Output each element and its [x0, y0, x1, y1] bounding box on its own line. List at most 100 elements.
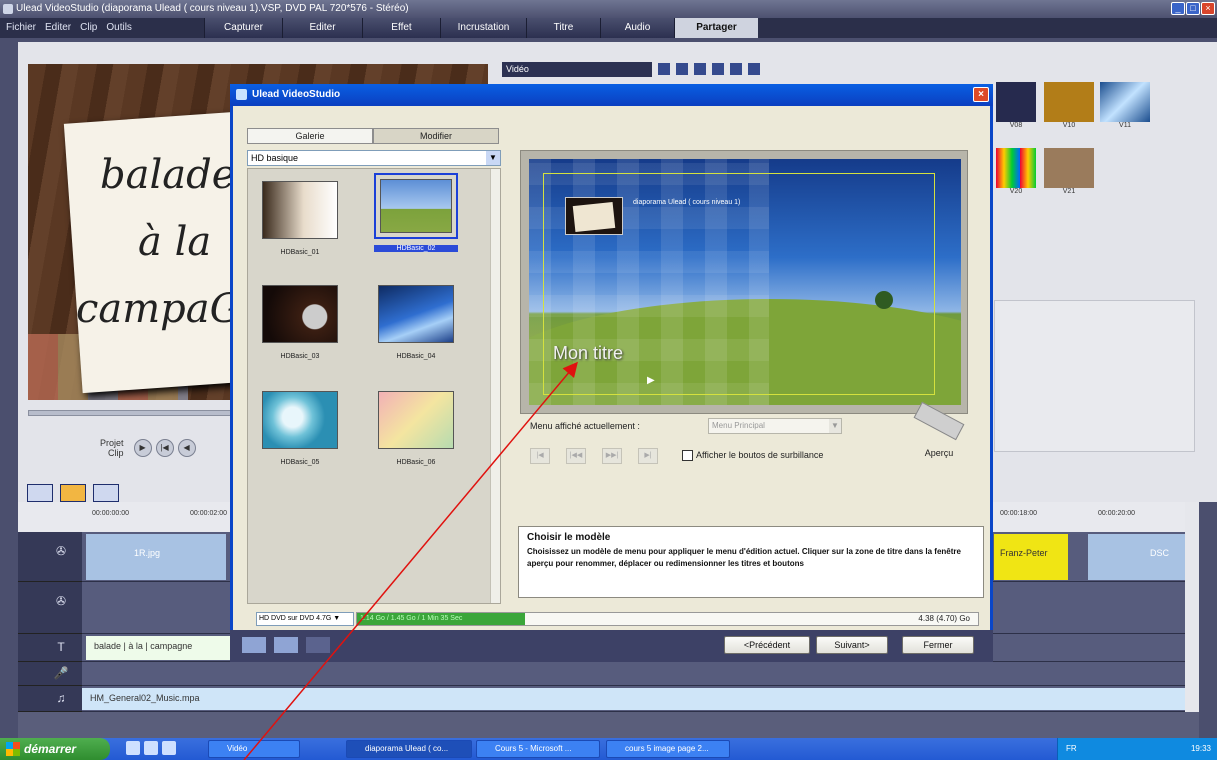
video-clip[interactable]: DSC — [1088, 534, 1185, 580]
dialog-titlebar[interactable]: Ulead VideoStudio × — [230, 84, 993, 106]
options-icon[interactable] — [748, 63, 760, 75]
options-panel — [994, 300, 1195, 452]
disc-type-select[interactable]: HD DVD sur DVD 4.7G ▼ — [256, 612, 354, 626]
menu-editer[interactable]: Editer — [45, 18, 71, 38]
template-item[interactable]: HDBasic_04 — [374, 281, 458, 360]
library-dropdown-icon[interactable] — [658, 63, 670, 75]
chapter-icon[interactable] — [242, 637, 266, 653]
template-item[interactable]: HDBasic_03 — [258, 281, 342, 360]
ruler-tick: 00:00:02:00 — [190, 510, 227, 517]
music-note-icon: ♫ — [56, 691, 66, 705]
last-menu-button[interactable]: ▶| — [638, 448, 658, 464]
video-clip[interactable]: 1R.jpg — [86, 534, 226, 580]
close-icon[interactable]: × — [1201, 2, 1215, 15]
play-button[interactable]: ▶ — [133, 439, 152, 457]
globe-icon[interactable] — [730, 63, 742, 75]
minimize-icon[interactable]: _ — [1171, 2, 1185, 15]
step-audio[interactable]: Audio — [600, 18, 674, 38]
menu-preview-scene[interactable]: diaporama Ulead ( cours niveau 1) Mon ti… — [529, 159, 961, 405]
maximize-icon[interactable]: □ — [1186, 2, 1200, 15]
menu-title-text[interactable]: Mon titre — [553, 343, 623, 364]
dialog-tabs: Galerie Modifier — [247, 128, 501, 144]
step-editer[interactable]: Editer — [282, 18, 362, 38]
thumb-label: V21 — [1062, 188, 1076, 195]
chevron-down-icon[interactable]: ▼ — [486, 151, 500, 165]
template-item[interactable]: HDBasic_05 — [258, 387, 342, 466]
home-button[interactable]: |◀ — [155, 439, 174, 457]
storyboard-view-button[interactable] — [27, 484, 53, 502]
taskbar-item[interactable]: cours 5 image page 2... — [606, 740, 730, 758]
video-clip[interactable]: Franz-Peter — [994, 534, 1068, 580]
previous-menu-button[interactable]: |◀◀ — [566, 448, 586, 464]
menu-clip[interactable]: Clip — [80, 18, 97, 38]
gallery-scrollbar[interactable] — [490, 169, 500, 603]
thumb-label: V11 — [1119, 122, 1131, 129]
taskbar-item[interactable]: Vidéo — [208, 740, 300, 758]
thumb-label: V08 — [1009, 122, 1023, 129]
track-lane[interactable] — [82, 662, 1199, 686]
media-icon[interactable] — [162, 741, 176, 755]
tab-galerie[interactable]: Galerie — [247, 128, 373, 144]
library-category-select[interactable]: Vidéo — [502, 62, 652, 77]
language-indicator[interactable]: FR — [1066, 738, 1077, 760]
template-name: HDBasic_06 — [396, 459, 436, 466]
thumb-label: V20 — [1009, 188, 1023, 195]
template-item[interactable]: HDBasic_02 — [374, 173, 458, 252]
menu-fichier[interactable]: Fichier — [6, 18, 36, 38]
title-clip[interactable]: balade | à la | campagne — [86, 636, 232, 660]
step-incrustation[interactable]: Incrustation — [440, 18, 526, 38]
desktop-icon[interactable] — [126, 741, 140, 755]
microphone-icon: 🎤 — [53, 666, 69, 680]
grid-icon[interactable] — [712, 63, 724, 75]
template-category-select[interactable]: HD basique ▼ — [247, 150, 501, 166]
window-titlebar[interactable]: Ulead VideoStudio (diaporama Ulead ( cou… — [0, 0, 1217, 18]
highlight-checkbox[interactable] — [682, 450, 693, 461]
film-icon[interactable] — [694, 63, 706, 75]
clip-name: 1R.jpg — [134, 548, 161, 558]
next-button[interactable]: Suivant> — [816, 636, 888, 654]
step-partager[interactable]: Partager — [674, 18, 758, 38]
previous-button[interactable]: <Précédent — [724, 636, 810, 654]
step-effet[interactable]: Effet — [362, 18, 440, 38]
current-menu-label: Menu affiché actuellement : — [530, 421, 640, 431]
audio-view-button[interactable] — [93, 484, 119, 502]
template-item[interactable]: HDBasic_01 — [258, 177, 342, 256]
folder-icon[interactable] — [676, 63, 688, 75]
current-menu-select[interactable]: Menu Principal ▼ — [708, 418, 842, 434]
library-thumb[interactable]: V20 — [996, 148, 1036, 198]
previous-frame-button[interactable]: ◀ — [177, 439, 196, 457]
library-thumb[interactable]: V11 — [1100, 82, 1150, 132]
project-clip-toggle[interactable]: Projet Clip — [100, 438, 124, 458]
step-titre[interactable]: Titre — [526, 18, 600, 38]
project-label: Projet — [100, 438, 124, 448]
library-thumb[interactable]: V08 — [996, 82, 1036, 132]
music-clip[interactable]: HM_General02_Music.mpa — [82, 688, 1185, 710]
tab-modifier[interactable]: Modifier — [373, 128, 499, 144]
menu-thumbnail[interactable] — [565, 197, 623, 235]
system-tray: FR 19:33 — [1057, 738, 1217, 760]
first-menu-button[interactable]: |◀ — [530, 448, 550, 464]
menu-outils[interactable]: Outils — [106, 18, 132, 38]
step-capturer[interactable]: Capturer — [204, 18, 282, 38]
template-name: HDBasic_03 — [280, 353, 320, 360]
dialog-close-icon[interactable]: × — [973, 87, 989, 102]
help-title: Choisir le modèle — [527, 532, 611, 543]
ruler-tick: 00:00:00:00 — [92, 510, 129, 517]
next-menu-button[interactable]: ▶▶| — [602, 448, 622, 464]
menu-item-text[interactable]: diaporama Ulead ( cours niveau 1) — [633, 199, 740, 206]
browser-icon[interactable] — [144, 741, 158, 755]
taskbar-item[interactable]: diaporama Ulead ( co... — [346, 740, 472, 758]
start-button[interactable]: démarrer — [0, 738, 110, 760]
library-thumb[interactable]: V21 — [1044, 148, 1094, 198]
settings-icon[interactable] — [274, 637, 298, 653]
template-name: HDBasic_02 — [374, 245, 458, 252]
play-icon[interactable]: ▶ — [647, 375, 655, 386]
close-button[interactable]: Fermer — [902, 636, 974, 654]
library-thumb[interactable]: V10 — [1044, 82, 1094, 132]
template-item[interactable]: HDBasic_06 — [374, 387, 458, 466]
taskbar-item[interactable]: Cours 5 - Microsoft ... — [476, 740, 600, 758]
apercu-button[interactable]: Aperçu — [909, 401, 969, 458]
voice-track: 🎤 — [18, 662, 1199, 686]
timeline-scrollbar[interactable] — [1185, 502, 1199, 712]
timeline-view-button[interactable] — [60, 484, 86, 502]
